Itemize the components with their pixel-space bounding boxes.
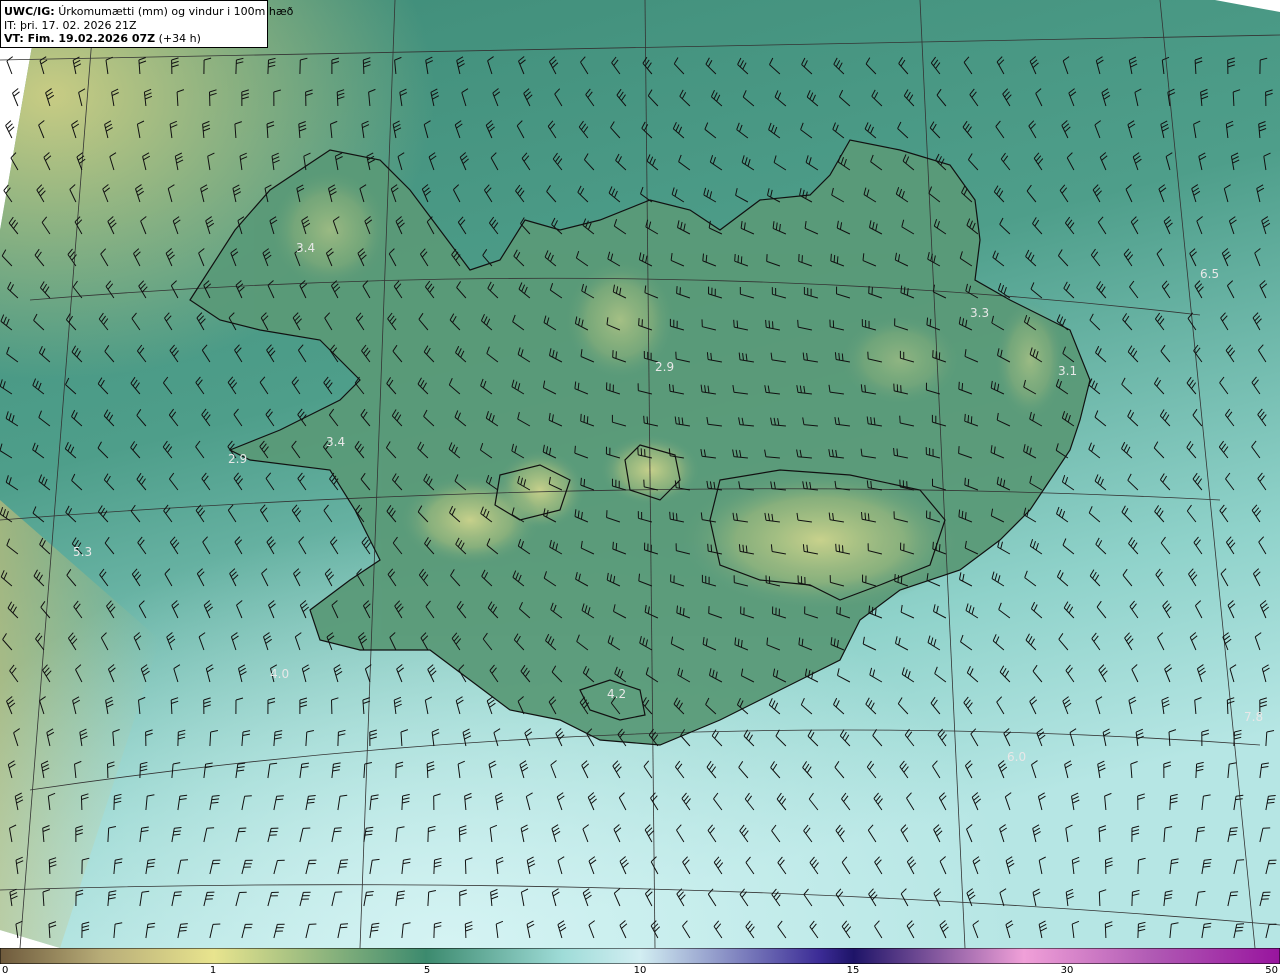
init-time: IT: þri. 17. 02. 2026 21Z	[4, 18, 137, 32]
header-line-3: VT: Fim. 19.02.2026 07Z (+34 h)	[4, 32, 267, 46]
map-value-label: 5.3	[73, 545, 92, 559]
color-scale-tick: 5	[423, 965, 431, 976]
map-value-label: 6.0	[1007, 750, 1026, 764]
valid-time: VT: Fim. 19.02.2026 07Z	[4, 32, 156, 45]
color-scale-tick: 50	[1265, 965, 1278, 976]
map-value-label: 4.0	[270, 667, 289, 681]
map-header: UWC/IG: Úrkomumætti (mm) og vindur i 100…	[0, 0, 293, 48]
color-scale-bar	[0, 948, 1280, 964]
weather-map: 3.4 6.5 3.3 2.9 3.1 3.4 2.9 5.3 4.0 4.2 …	[0, 0, 1280, 948]
header-line-1: UWC/IG: Úrkomumætti (mm) og vindur i 100…	[4, 5, 293, 19]
map-value-label: 6.5	[1200, 267, 1219, 281]
product-code: UWC/IG:	[4, 5, 55, 18]
forecast-lead: (+34 h)	[158, 32, 201, 45]
map-value-label: 7.8	[1244, 710, 1263, 724]
map-value-label: 3.1	[1058, 364, 1077, 378]
color-scale-tick: 15	[846, 965, 860, 976]
product-description: Úrkomumætti (mm) og vindur i 100m hæð	[58, 5, 294, 18]
map-value-label: 3.4	[326, 435, 345, 449]
color-scale-ticks: 0 1 5 10 15 30 50	[0, 964, 1280, 978]
map-value-label: 3.4	[296, 241, 315, 255]
color-scale-tick: 30	[1060, 965, 1074, 976]
map-value-label: 2.9	[655, 360, 674, 374]
color-scale-tick: 0	[2, 965, 9, 976]
color-scale-tick: 1	[209, 965, 217, 976]
color-scale-tick: 10	[633, 965, 647, 976]
map-value-label: 4.2	[607, 687, 626, 701]
map-value-label: 3.3	[970, 306, 989, 320]
map-value-label: 2.9	[228, 452, 247, 466]
